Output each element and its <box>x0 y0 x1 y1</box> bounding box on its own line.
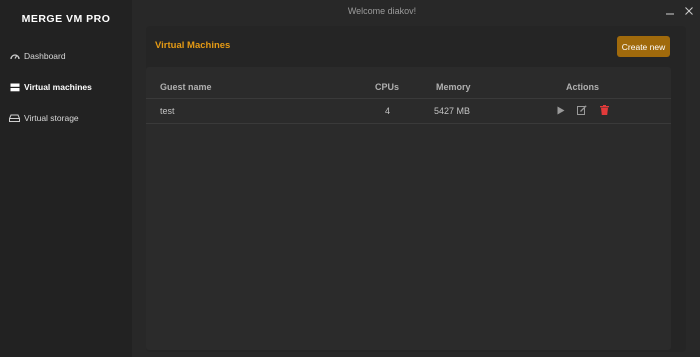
server-icon <box>9 82 20 92</box>
sidebar: MERGE VM PRO Dashboard Virtual machines … <box>0 0 132 357</box>
start-vm-button[interactable] <box>556 105 566 116</box>
sidebar-item-virtual-storage[interactable]: Virtual storage <box>9 109 127 127</box>
sidebar-item-label: Virtual machines <box>24 82 92 92</box>
close-icon <box>685 2 693 20</box>
dashboard-gauge-icon <box>9 51 20 61</box>
delete-vm-button[interactable] <box>599 104 609 116</box>
minimize-button[interactable] <box>663 4 677 18</box>
app-brand: MERGE VM PRO <box>21 13 111 25</box>
welcome-title: Welcome diakov! <box>347 6 417 16</box>
trash-icon <box>599 102 609 120</box>
column-header-memory[interactable]: Memory <box>436 82 471 92</box>
page-title: Virtual Machines <box>155 40 231 51</box>
column-header-guest-name[interactable]: Guest name <box>160 82 212 92</box>
play-icon <box>557 102 565 120</box>
sidebar-item-label: Dashboard <box>24 51 66 61</box>
header-divider <box>146 98 671 99</box>
hard-drive-icon <box>9 113 20 123</box>
cell-guest-name: test <box>160 106 175 116</box>
close-button[interactable] <box>682 4 696 18</box>
cell-cpus: 4 <box>385 106 391 116</box>
column-header-actions: Actions <box>566 82 600 92</box>
sidebar-item-virtual-machines[interactable]: Virtual machines <box>9 78 127 96</box>
edit-vm-button[interactable] <box>577 104 587 116</box>
minimize-icon <box>666 2 674 20</box>
sidebar-item-label: Virtual storage <box>24 113 79 123</box>
create-new-button[interactable]: Create new <box>617 36 670 57</box>
edit-icon <box>577 102 587 120</box>
column-header-cpus[interactable]: CPUs <box>375 82 399 92</box>
cell-memory: 5427 MB <box>434 106 471 116</box>
vm-table: Guest name CPUs Memory Actions test 4 54… <box>146 67 671 350</box>
row-divider <box>146 123 671 124</box>
sidebar-item-dashboard[interactable]: Dashboard <box>9 47 127 65</box>
